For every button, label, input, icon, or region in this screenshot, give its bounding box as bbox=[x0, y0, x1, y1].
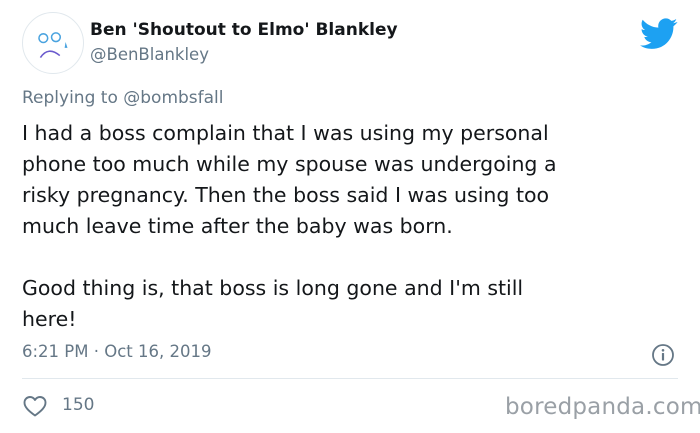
watermark: boredpanda.com bbox=[505, 394, 700, 420]
info-icon[interactable] bbox=[651, 343, 675, 367]
tweet-card: Ben 'Shoutout to Elmo' Blankley @BenBlan… bbox=[0, 0, 700, 433]
tweet-line: I had a boss complain that I was using m… bbox=[22, 121, 549, 145]
tweet-timestamp[interactable]: 6:21 PM · Oct 16, 2019 bbox=[22, 342, 211, 361]
tweet-body: I had a boss complain that I was using m… bbox=[22, 118, 682, 335]
heart-icon[interactable] bbox=[22, 394, 48, 418]
author-handle[interactable]: @BenBlankley bbox=[90, 45, 209, 64]
tweet-line: phone too much while my spouse was under… bbox=[22, 152, 557, 176]
sad-face-avatar-icon bbox=[23, 13, 83, 73]
tweet-line: Good thing is, that boss is long gone an… bbox=[22, 276, 524, 300]
tweet-line: risky pregnancy. Then the boss said I wa… bbox=[22, 183, 550, 207]
reply-prefix: Replying to bbox=[22, 88, 124, 108]
twitter-bird-icon[interactable] bbox=[640, 18, 678, 50]
author-display-name[interactable]: Ben 'Shoutout to Elmo' Blankley bbox=[90, 20, 398, 40]
tweet-line: here! bbox=[22, 307, 77, 331]
reply-mention-link[interactable]: @bombsfall bbox=[123, 88, 223, 108]
like-count: 150 bbox=[62, 395, 95, 415]
reply-context: Replying to @bombsfall bbox=[22, 88, 224, 108]
tweet-line: much leave time after the baby was born. bbox=[22, 214, 453, 238]
avatar[interactable] bbox=[22, 12, 84, 74]
tweet-paragraph-break bbox=[22, 242, 682, 273]
divider bbox=[22, 378, 678, 379]
